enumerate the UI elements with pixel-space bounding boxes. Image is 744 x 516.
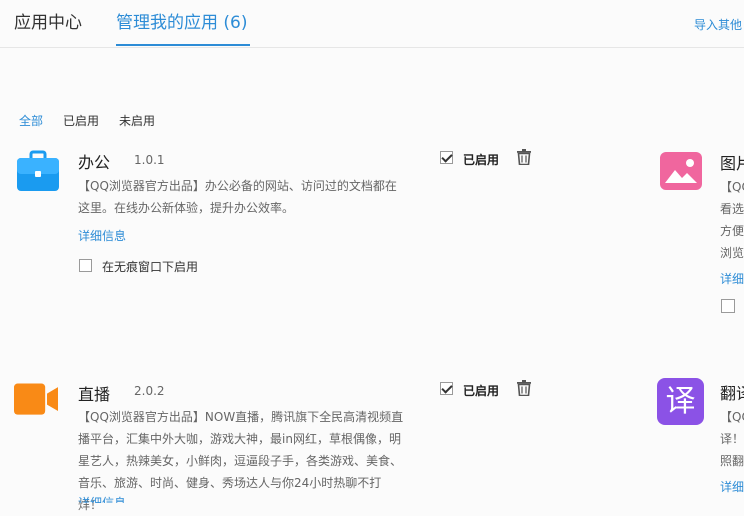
translate-icon: 译 bbox=[657, 378, 704, 425]
filter-all[interactable]: 全部 bbox=[19, 112, 43, 129]
detail-info-link[interactable]: 详细信息 bbox=[78, 494, 126, 503]
detail-info-link[interactable]: 详细 bbox=[720, 270, 744, 287]
trash-icon[interactable] bbox=[517, 149, 531, 165]
app-name: 图片 bbox=[720, 154, 744, 173]
enabled-checkbox[interactable] bbox=[440, 151, 453, 164]
detail-info-link[interactable]: 详细信息 bbox=[78, 227, 126, 244]
video-camera-icon bbox=[14, 383, 58, 415]
incognito-checkbox[interactable] bbox=[721, 299, 735, 313]
app-desc-line: 看选 bbox=[720, 202, 744, 216]
app-desc-line: 方便 bbox=[720, 224, 744, 238]
app-description: 【QQ浏览器官方出品】办公必备的网站、访问过的文档都在这里。在线办公新体验，提升… bbox=[78, 179, 397, 215]
top-nav: 应用中心 管理我的应用 (6) 导入其他 bbox=[0, 0, 744, 48]
enabled-label: 已启用 bbox=[463, 153, 500, 167]
app-name: 翻译 bbox=[720, 384, 744, 403]
enabled-label: 已启用 bbox=[463, 384, 500, 398]
tab-manage-my-apps[interactable]: 管理我的应用 (6) bbox=[116, 11, 247, 35]
import-other-link[interactable]: 导入其他 bbox=[694, 16, 744, 33]
app-desc-line: 译！ bbox=[720, 432, 744, 446]
app-name: 直播 bbox=[78, 385, 111, 404]
filter-enabled[interactable]: 已启用 bbox=[63, 112, 99, 129]
picture-icon bbox=[660, 152, 702, 190]
active-tab-indicator bbox=[116, 44, 250, 46]
tab-app-center[interactable]: 应用中心 bbox=[14, 11, 82, 35]
detail-info-link[interactable]: 详细 bbox=[720, 478, 744, 495]
filter-disabled[interactable]: 未启用 bbox=[119, 112, 155, 129]
app-desc-line: 【QQ bbox=[720, 410, 744, 424]
app-version: 1.0.1 bbox=[134, 153, 165, 167]
app-version: 2.0.2 bbox=[134, 384, 165, 398]
briefcase-icon bbox=[17, 150, 59, 191]
incognito-label: 在无痕窗口下启用 bbox=[102, 260, 199, 274]
app-desc-line: 照翻 bbox=[720, 454, 744, 468]
incognito-checkbox[interactable] bbox=[79, 259, 92, 272]
app-desc-line: 【QQ bbox=[720, 180, 744, 194]
trash-icon[interactable] bbox=[517, 380, 531, 396]
enabled-checkbox[interactable] bbox=[440, 382, 453, 395]
app-name: 办公 bbox=[78, 153, 111, 172]
app-desc-line: 浏览 bbox=[720, 246, 744, 260]
